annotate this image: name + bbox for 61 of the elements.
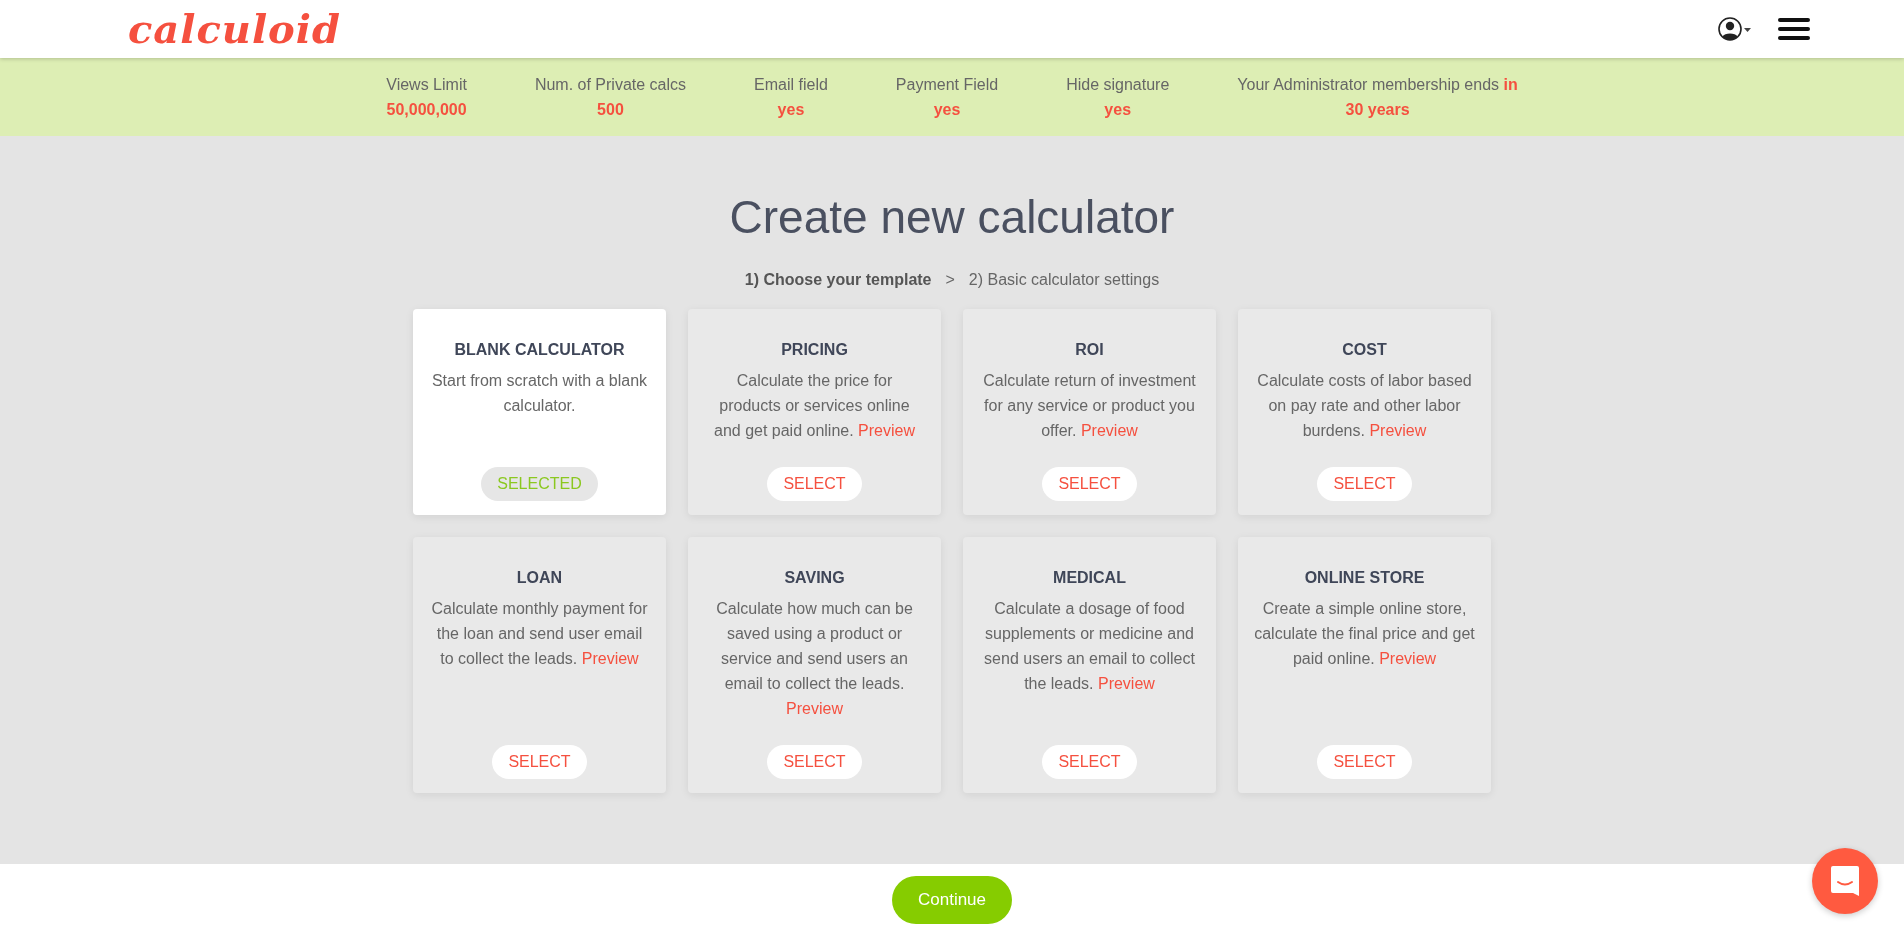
template-card[interactable]: PRICING Calculate the price for products or services online and get paid online. Preview SELECT [688, 309, 941, 516]
page-title: Create new calculator [729, 190, 1175, 245]
preview-link[interactable]: Preview [1369, 422, 1427, 440]
stat-label: Email field [754, 76, 828, 93]
select-button[interactable]: SELECT [1317, 467, 1412, 502]
preview-link[interactable]: Preview [786, 700, 843, 718]
preview-link[interactable]: Preview [1379, 650, 1437, 668]
user-avatar-icon[interactable] [1718, 17, 1752, 41]
card-title: COST [1342, 341, 1387, 360]
template-card[interactable]: BLANK CALCULATOR Start from scratch with a blank calculator. SELECTED [413, 309, 666, 516]
card-description: Calculate monthly payment for the loan and send user email to collect the leads. Preview [430, 599, 649, 670]
card-title: ONLINE STORE [1304, 569, 1425, 588]
chat-icon [1830, 865, 1860, 897]
select-button[interactable]: SELECT [492, 745, 587, 780]
template-card[interactable]: ROI Calculate return of investment for any service or product you offer. Preview SELECT [963, 309, 1216, 516]
stat-label-accent: in [1503, 76, 1518, 93]
step-separator: > [945, 271, 955, 290]
template-card[interactable]: ONLINE STORE Create a simple online store, calculate the final price and get paid online. Preview SELECT [1238, 537, 1491, 794]
select-button[interactable]: SELECT [1042, 745, 1137, 780]
card-description: Calculate a dosage of food supplements or medicine and send users an email to collect the leads. Preview [983, 599, 1196, 695]
stat-value: 30 years [1344, 100, 1411, 120]
card-title: PRICING [781, 341, 848, 360]
card-description: Calculate return of investment for any service or product you offer. Preview [982, 371, 1197, 442]
stat-label: Payment Field [895, 76, 999, 93]
select-button[interactable]: SELECT [1317, 745, 1412, 780]
preview-link[interactable]: Preview [581, 650, 639, 668]
preview-link[interactable]: Preview [858, 422, 915, 440]
card-description: Start from scratch with a blank calculator. [430, 371, 649, 417]
card-description: Calculate costs of labor based on pay rate and other labor burdens. Preview [1256, 371, 1473, 442]
card-title: BLANK CALCULATOR [454, 341, 625, 360]
preview-link[interactable]: Preview [1080, 422, 1138, 440]
select-button[interactable]: SELECT [767, 745, 862, 780]
card-title: LOAN [516, 569, 563, 588]
card-title: SAVING [784, 569, 845, 588]
template-card[interactable]: COST Calculate costs of labor based on pay rate and other labor burdens. Preview SELECT [1238, 309, 1491, 516]
logo[interactable]: calculoid [128, 9, 341, 49]
select-button[interactable]: SELECT [1042, 467, 1137, 502]
stat-value: yes [776, 100, 806, 120]
preview-link[interactable]: Preview [1097, 675, 1155, 693]
template-card[interactable]: MEDICAL Calculate a dosage of food supplements or medicine and send users an email to collect the leads. Preview SELECT [963, 537, 1216, 794]
stat-label: Num. of Private calcs [534, 76, 687, 93]
template-card[interactable]: LOAN Calculate monthly payment for the loan and send user email to collect the leads. Preview SELECT [413, 537, 666, 794]
stat-label: Hide signature [1066, 76, 1170, 93]
stat-label: Views Limit [386, 76, 467, 93]
stat-value: 50,000,000 [386, 100, 467, 120]
chat-button[interactable] [1812, 848, 1878, 914]
step-label: 2) Basic calculator settings [968, 271, 1160, 290]
template-card[interactable]: SAVING Calculate how much can be saved using a product or service and send users an email to collect the leads. Preview SELECT [688, 537, 941, 794]
select-button[interactable]: SELECT [767, 467, 862, 502]
card-title: MEDICAL [1053, 569, 1126, 588]
card-description: Calculate the price for products or services online and get paid online. Preview [713, 371, 916, 442]
stat-value: yes [1103, 100, 1133, 120]
card-description: Calculate how much can be saved using a product or service and send users an email to collect the leads. Preview [715, 599, 914, 720]
menu-icon[interactable] [1778, 18, 1810, 40]
step-label: 1) Choose your template [744, 271, 932, 290]
continue-button[interactable]: Continue [892, 876, 1012, 924]
card-title: ROI [1075, 341, 1104, 360]
stat-value: 500 [596, 100, 625, 120]
stat-label: Your Administrator membership ends [1237, 76, 1500, 93]
stat-value: yes [932, 100, 962, 120]
card-description: Create a simple online store, calculate the final price and get paid online. Preview [1254, 599, 1475, 670]
